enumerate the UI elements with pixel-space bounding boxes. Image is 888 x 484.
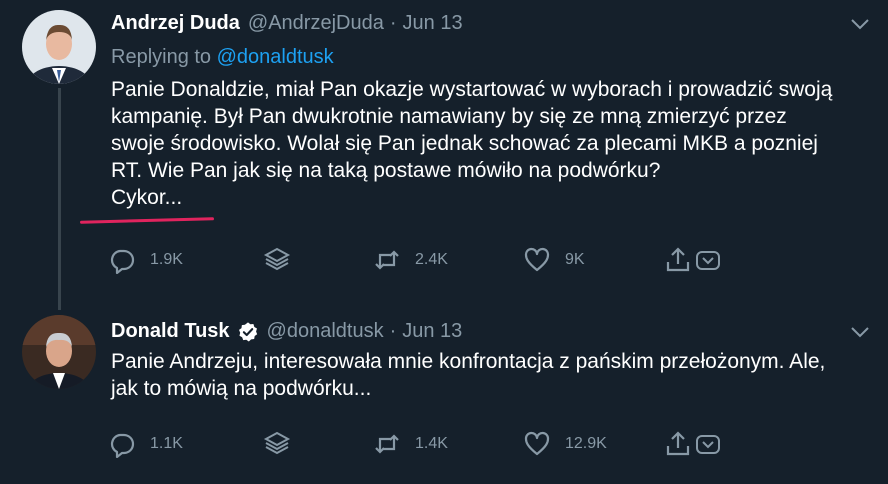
tweet-date[interactable]: Jun 13 bbox=[402, 320, 462, 343]
tweet-text: Panie Donaldzie, miał Pan okazje wystart… bbox=[111, 78, 833, 209]
thread-line bbox=[58, 88, 61, 310]
tweet-text: Panie Andrzeju, interesowała mnie konfro… bbox=[111, 350, 826, 400]
author-name[interactable]: Donald Tusk bbox=[111, 320, 230, 343]
stack-button[interactable] bbox=[263, 428, 291, 460]
like-count: 9K bbox=[565, 251, 585, 268]
retweet-icon bbox=[375, 250, 399, 270]
reply-button[interactable]: 1.1K bbox=[108, 428, 183, 460]
retweet-count: 2.4K bbox=[415, 251, 448, 268]
chevron-down-icon[interactable] bbox=[850, 325, 870, 339]
replying-prefix: Replying to bbox=[111, 46, 217, 68]
tweet-header: Donald Tusk @donaldtusk · Jun 13 bbox=[111, 320, 462, 343]
share-icon bbox=[666, 247, 690, 272]
mention-link[interactable]: @donaldtusk bbox=[217, 46, 334, 68]
tweet-donald-tusk[interactable]: Donald Tusk @donaldtusk · Jun 13 Panie A… bbox=[0, 300, 888, 484]
tweet-header: Andrzej Duda @AndrzejDuda · Jun 13 bbox=[111, 12, 463, 35]
share-icon bbox=[666, 431, 690, 456]
reply-icon bbox=[110, 249, 135, 274]
share-button[interactable] bbox=[664, 428, 722, 460]
annotation-underline bbox=[79, 217, 215, 224]
tweet-andrzej-duda[interactable]: Andrzej Duda @AndrzejDuda · Jun 13 Reply… bbox=[0, 0, 888, 310]
share-button[interactable] bbox=[664, 244, 722, 276]
stack-icon bbox=[263, 247, 291, 271]
avatar[interactable] bbox=[22, 315, 96, 389]
reply-count: 1.9K bbox=[150, 251, 183, 268]
retweet-button[interactable]: 1.4K bbox=[373, 428, 448, 460]
separator: · bbox=[389, 320, 397, 342]
retweet-icon bbox=[375, 434, 399, 454]
replying-to: Replying to @donaldtusk bbox=[111, 46, 334, 69]
like-count: 12.9K bbox=[565, 435, 607, 452]
author-name[interactable]: Andrzej Duda bbox=[111, 12, 240, 35]
tweet-actions: 1.9K 2.4K 9K bbox=[108, 244, 828, 276]
reply-icon bbox=[110, 433, 135, 458]
tweet-date[interactable]: Jun 13 bbox=[403, 12, 463, 35]
reply-button[interactable]: 1.9K bbox=[108, 244, 183, 276]
chevron-down-icon[interactable] bbox=[694, 430, 722, 458]
chevron-down-icon[interactable] bbox=[850, 17, 870, 31]
separator: · bbox=[389, 12, 397, 34]
like-button[interactable]: 9K bbox=[523, 244, 585, 276]
like-icon bbox=[524, 247, 550, 272]
retweet-count: 1.4K bbox=[415, 435, 448, 452]
stack-icon bbox=[263, 431, 291, 455]
reply-count: 1.1K bbox=[150, 435, 183, 452]
like-icon bbox=[524, 431, 550, 456]
retweet-button[interactable]: 2.4K bbox=[373, 244, 448, 276]
like-button[interactable]: 12.9K bbox=[523, 428, 607, 460]
stack-button[interactable] bbox=[263, 244, 291, 276]
chevron-down-icon[interactable] bbox=[694, 246, 722, 274]
author-handle[interactable]: @donaldtusk bbox=[267, 320, 384, 343]
avatar[interactable] bbox=[22, 10, 96, 84]
tweet-actions: 1.1K 1.4K 12.9K bbox=[108, 428, 828, 460]
author-handle[interactable]: @AndrzejDuda bbox=[248, 12, 384, 35]
verified-icon bbox=[238, 321, 257, 341]
